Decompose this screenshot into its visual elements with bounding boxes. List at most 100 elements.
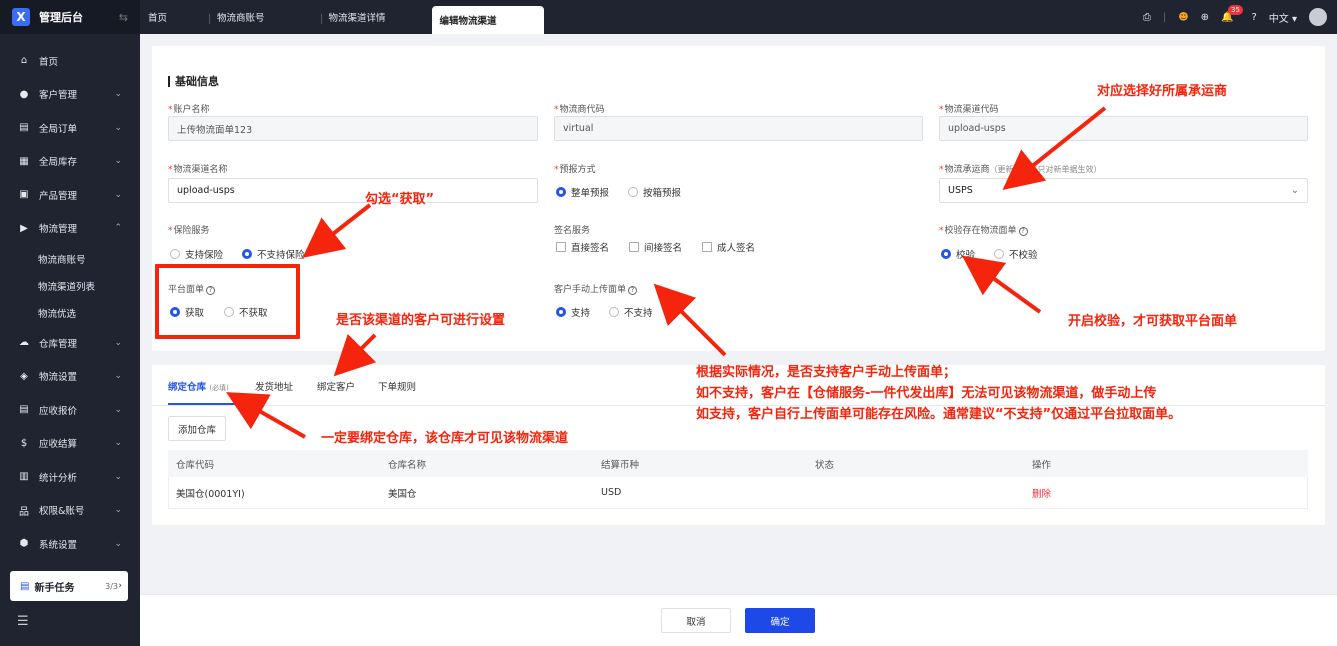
- chevron-down-icon: ⌄: [114, 471, 122, 482]
- carrier-label: *物流承运商（更新承运商只对新单据生效）: [939, 165, 1102, 175]
- sidebar-item-system[interactable]: ⬢ 系统设置 ⌄: [0, 527, 140, 561]
- tab-bind-warehouse[interactable]: 绑定仓库 (必填): [168, 379, 229, 393]
- help-icon[interactable]: ?: [628, 285, 638, 295]
- box-icon: ▣: [19, 189, 29, 201]
- delete-link[interactable]: 删除: [1032, 477, 1051, 508]
- col-currency: 结算币种: [601, 459, 640, 471]
- verify-label: *校验存在物流面单?: [939, 223, 1028, 236]
- settings-icon: ⬢: [19, 538, 29, 550]
- section-title: 基础信息: [168, 76, 219, 87]
- sidebar-item-permissions[interactable]: 品权限&账号 ⌄: [0, 494, 140, 528]
- tab-order-rules[interactable]: 下单规则: [378, 379, 416, 393]
- chevron-down-icon: ⌄: [114, 156, 122, 167]
- sidebar-subitem-carrier-accounts[interactable]: 物流商账号: [0, 245, 140, 272]
- print-icon[interactable]: ⎙: [1143, 12, 1151, 23]
- sidebar-item-home[interactable]: ⌂ 首页: [0, 44, 140, 78]
- truck-icon: ▶: [20, 222, 28, 234]
- sidebar-item-inventory[interactable]: ▦ 全局库存 ⌄: [0, 145, 140, 179]
- manual-upload-nosupport-radio[interactable]: 不支持: [609, 305, 653, 319]
- tab-shipping-address[interactable]: 发货地址: [255, 379, 293, 393]
- signature-label: 签名服务: [554, 226, 591, 236]
- onboarding-task-button[interactable]: ▤ 新手任务 3/3 ›: [10, 571, 128, 601]
- sidebar-item-orders[interactable]: ▤ 全局订单 ⌄: [0, 111, 140, 145]
- sidebar-subitem-channel-list[interactable]: 物流渠道列表: [0, 272, 140, 299]
- help-icon[interactable]: ?: [1251, 12, 1256, 23]
- chevron-down-icon: ⌄: [114, 371, 122, 382]
- insurance-support-radio[interactable]: 支持保险: [170, 247, 223, 261]
- highlight-box: [155, 264, 300, 339]
- carrier-select[interactable]: USPS ⌄: [939, 178, 1308, 203]
- annotation-manual-2: 如不支持，客户在【仓储服务-一件代发出库】无法可见该物流渠道，做手动上传: [696, 386, 1157, 401]
- channel-code-label: *物流渠道代码: [939, 105, 999, 115]
- cancel-button[interactable]: 取消: [661, 608, 731, 633]
- tab-carrier-accounts[interactable]: 物流商账号: [209, 0, 273, 34]
- sidebar-subitem-optimize[interactable]: 物流优选: [0, 299, 140, 326]
- sidebar-item-customers[interactable]: ● 客户管理 ⌄: [0, 78, 140, 112]
- channel-name-input[interactable]: upload-usps: [168, 178, 538, 203]
- annotation-warehouse: 一定要绑定仓库，该仓库才可见该物流渠道: [321, 431, 569, 446]
- warehouse-icon: ▦: [19, 155, 29, 167]
- chevron-down-icon: ⌄: [114, 89, 122, 100]
- language-select[interactable]: 中文 ▾: [1269, 10, 1297, 25]
- insurance-none-radio[interactable]: 不支持保险: [242, 247, 305, 261]
- signature-adult-checkbox[interactable]: 成人签名: [702, 240, 755, 254]
- menu-icon[interactable]: ☰: [17, 614, 29, 629]
- tab-channel-detail[interactable]: 物流渠道详情: [320, 0, 394, 34]
- table-header: [168, 450, 1308, 477]
- cell-warehouse-name: 美国仓: [388, 488, 417, 500]
- chevron-down-icon: ⌄: [114, 438, 122, 449]
- sidebar-item-warehouse[interactable]: ☁ 仓库管理 ⌄: [0, 326, 140, 360]
- add-warehouse-button[interactable]: 添加仓库: [168, 416, 226, 441]
- notification-badge: 35: [1228, 4, 1243, 15]
- main-content: 基础信息 *账户名称 上传物流面单123 *物流商代码 virtual *物流渠…: [140, 34, 1337, 646]
- signature-indirect-checkbox[interactable]: 间接签名: [629, 240, 682, 254]
- org-icon: 品: [19, 506, 29, 518]
- header-tools: ⎙ | ☻ ⊕ 🔔 35 ? 中文 ▾: [1143, 0, 1327, 34]
- prereport-whole-radio[interactable]: 整单预报: [556, 185, 609, 199]
- chevron-right-icon: ›: [118, 581, 122, 591]
- collapse-sidebar-icon[interactable]: ⇆: [119, 11, 128, 24]
- annotation-manual-3: 如支持，客户自行上传面单可能存在风险。通常建议“不支持”仅通过平台拉取面单。: [696, 407, 1182, 422]
- carrier-code-input[interactable]: virtual: [554, 116, 923, 141]
- avatar[interactable]: [1309, 8, 1327, 26]
- manual-upload-support-radio[interactable]: 支持: [556, 305, 590, 319]
- signature-direct-checkbox[interactable]: 直接签名: [556, 240, 609, 254]
- logo-icon: X: [12, 8, 30, 26]
- download-icon[interactable]: ⊕: [1201, 12, 1209, 23]
- chevron-down-icon: ⌄: [114, 505, 122, 516]
- prereport-box-radio[interactable]: 按箱预报: [628, 185, 681, 199]
- chevron-down-icon: ⌄: [114, 122, 122, 133]
- verify-off-radio[interactable]: 不校验: [994, 247, 1038, 261]
- tab-bind-customer[interactable]: 绑定客户: [317, 379, 355, 393]
- chevron-down-icon: ⌄: [114, 337, 122, 348]
- chevron-down-icon: ⌄: [114, 189, 122, 200]
- verify-on-radio[interactable]: 校验: [941, 247, 975, 261]
- annotation-get: 勾选“获取”: [365, 192, 435, 207]
- col-status: 状态: [815, 459, 835, 471]
- sidebar-item-receivable-quote[interactable]: ▤ 应收报价 ⌄: [0, 393, 140, 427]
- footer-bar: 取消 确定: [140, 594, 1337, 646]
- annotation-manual-1: 根据实际情况，是否支持客户手动上传面单；: [696, 365, 957, 380]
- account-name-input[interactable]: 上传物流面单123: [168, 116, 538, 141]
- sidebar-item-products[interactable]: ▣ 产品管理 ⌄: [0, 178, 140, 212]
- robot-icon[interactable]: ☻: [1178, 12, 1188, 23]
- help-icon[interactable]: ?: [1018, 226, 1028, 236]
- sidebar-item-logistics-settings[interactable]: ◈ 物流设置 ⌄: [0, 360, 140, 394]
- top-bar: 首页 物流商账号 物流渠道详情 编辑物流渠道 ⎙ | ☻ ⊕ 🔔 35 ? 中文 …: [140, 0, 1337, 34]
- carrier-code-label: *物流商代码: [554, 105, 605, 115]
- money-icon: $: [20, 437, 28, 449]
- insurance-label: *保险服务: [168, 226, 210, 236]
- users-icon: ●: [19, 88, 29, 100]
- tab-home[interactable]: 首页: [140, 0, 175, 34]
- tab-edit-channel[interactable]: 编辑物流渠道: [431, 6, 544, 34]
- sidebar-item-statistics[interactable]: ▥ 统计分析 ⌄: [0, 460, 140, 494]
- bell-icon[interactable]: 🔔 35: [1221, 4, 1243, 23]
- col-warehouse-code: 仓库代码: [176, 459, 215, 471]
- sidebar-item-receivable-settlement[interactable]: $ 应收结算 ⌄: [0, 427, 140, 461]
- package-icon: ◈: [20, 370, 28, 382]
- sidebar-item-logistics[interactable]: ▶ 物流管理 ⌃: [0, 212, 140, 246]
- confirm-button[interactable]: 确定: [745, 608, 815, 633]
- chevron-down-icon: ⌄: [114, 404, 122, 415]
- chevron-down-icon: ⌄: [114, 538, 122, 549]
- channel-code-input[interactable]: upload-usps: [939, 116, 1308, 141]
